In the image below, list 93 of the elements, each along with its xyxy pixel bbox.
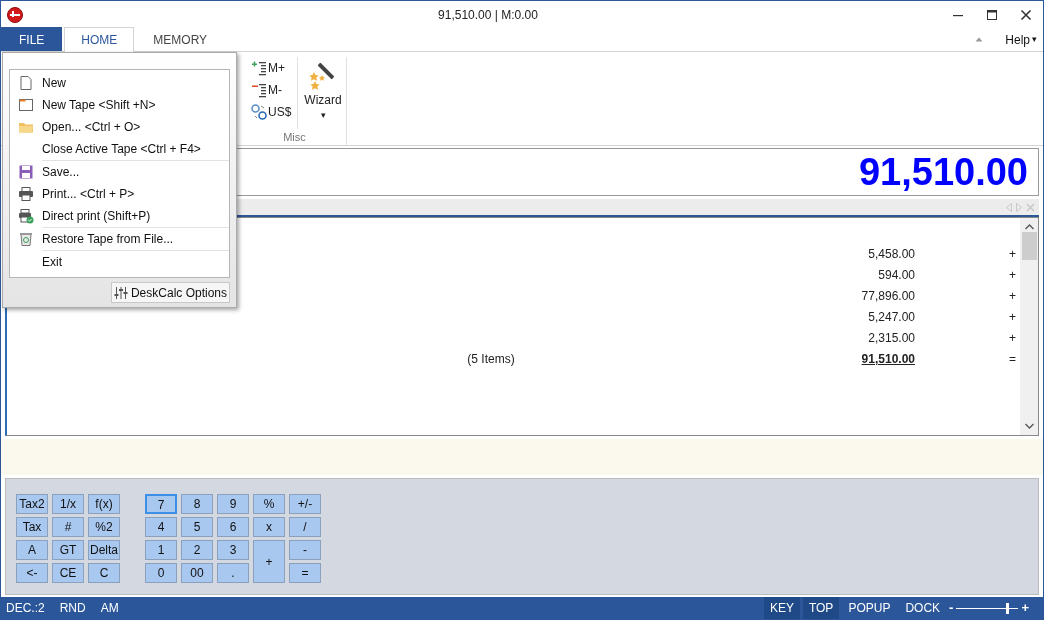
- keypad-key[interactable]: Tax2: [16, 494, 48, 514]
- status-text: RND: [58, 600, 87, 617]
- keypad-key[interactable]: .: [217, 563, 249, 583]
- keypad-key[interactable]: 8: [181, 494, 213, 514]
- menu-item[interactable]: Direct print (Shift+P): [10, 205, 229, 227]
- ribbon-button[interactable]: M+: [251, 57, 292, 79]
- tape-operator: +: [1008, 287, 1017, 305]
- slider-thumb[interactable]: [1006, 602, 1010, 614]
- status-toggle[interactable]: DOCK: [899, 597, 947, 619]
- keypad-key[interactable]: GT: [52, 540, 84, 560]
- group-label: Misc: [282, 130, 307, 145]
- keypad-key[interactable]: C: [88, 563, 120, 583]
- scroll-thumb[interactable]: [1021, 232, 1037, 260]
- tape-value: 594.00: [877, 266, 915, 284]
- tape-value: 2,315.00: [867, 329, 915, 347]
- status-toggle[interactable]: TOP: [802, 597, 840, 619]
- keypad-key[interactable]: 00: [181, 563, 213, 583]
- tape-value: 5,458.00: [867, 245, 915, 263]
- sliders-icon: [113, 285, 128, 300]
- keypad-key[interactable]: 2: [181, 540, 213, 560]
- display-value: 91,510.00: [858, 153, 1028, 191]
- document-icon: [18, 75, 34, 91]
- menu-item[interactable]: Open... <Ctrl + O>: [10, 116, 229, 138]
- file-tab[interactable]: FILE: [1, 27, 63, 51]
- tape-total: 91,510.00: [860, 350, 915, 368]
- keypad-key[interactable]: %: [253, 494, 285, 514]
- memory-add-icon: [251, 60, 267, 76]
- keypad-key[interactable]: <-: [16, 563, 48, 583]
- keypad-key[interactable]: 7: [145, 494, 177, 514]
- window-title: 91,510.00 | M:0.00: [437, 6, 539, 24]
- tape-value: 5,247.00: [867, 308, 915, 326]
- tape-operator: +: [1008, 308, 1017, 326]
- scrollbar[interactable]: [1020, 218, 1038, 435]
- maximize-icon[interactable]: [986, 8, 998, 21]
- tape-operator: =: [1008, 350, 1017, 368]
- close-icon[interactable]: [1020, 8, 1032, 21]
- keypad-key[interactable]: 6: [217, 517, 249, 537]
- keypad-key[interactable]: #: [52, 517, 84, 537]
- menu-item[interactable]: Restore Tape from File...: [10, 228, 229, 250]
- keypad-key[interactable]: 0: [145, 563, 177, 583]
- keypad-key[interactable]: =: [289, 563, 321, 583]
- printer-check-icon: [18, 208, 34, 224]
- keypad-key[interactable]: 3: [217, 540, 249, 560]
- options-button[interactable]: DeskCalc Options: [110, 282, 230, 303]
- keypad-key[interactable]: Tax: [16, 517, 48, 537]
- menu-item[interactable]: Exit: [10, 251, 229, 273]
- menu-item[interactable]: Print... <Ctrl + P>: [10, 183, 229, 205]
- keypad-key[interactable]: 5: [181, 517, 213, 537]
- status-toggle[interactable]: KEY: [763, 597, 800, 619]
- tape-value: 77,896.00: [860, 287, 915, 305]
- memory-subtract-icon: [251, 82, 267, 98]
- zoom-in-button[interactable]: +: [1021, 598, 1029, 618]
- ribbon-button[interactable]: US$: [251, 101, 292, 123]
- scroll-up-icon[interactable]: [1024, 224, 1034, 230]
- keypad-key[interactable]: /: [289, 517, 321, 537]
- keypad-key[interactable]: %2: [88, 517, 120, 537]
- keypad-key[interactable]: CE: [52, 563, 84, 583]
- collapse-ribbon-icon[interactable]: [975, 36, 984, 42]
- ribbon-tab[interactable]: HOME: [64, 27, 135, 52]
- tape-operator: +: [1008, 245, 1017, 263]
- menu-item[interactable]: New Tape <Shift +N>: [10, 94, 229, 116]
- zoom-out-button[interactable]: -: [949, 598, 954, 618]
- keypad-key[interactable]: -: [289, 540, 321, 560]
- tape-operator: +: [1008, 329, 1017, 347]
- keypad-key[interactable]: 1/x: [52, 494, 84, 514]
- status-text: DEC.:2: [5, 600, 46, 617]
- status-text: AM: [99, 600, 120, 617]
- menu-item[interactable]: New: [10, 72, 229, 94]
- menu-item[interactable]: Close Active Tape <Ctrl + F4>: [10, 138, 229, 160]
- keypad-key[interactable]: Delta: [88, 540, 120, 560]
- keypad-key[interactable]: A: [16, 540, 48, 560]
- keypad-key[interactable]: +: [253, 540, 285, 583]
- printer-icon: [18, 186, 34, 202]
- help-menu[interactable]: Help ▾: [1001, 27, 1041, 51]
- menu-item[interactable]: Save...: [10, 161, 229, 183]
- app-icon[interactable]: [7, 7, 23, 24]
- keypad-key[interactable]: 4: [145, 517, 177, 537]
- ribbon-button[interactable]: M-: [251, 79, 292, 101]
- keypad-key[interactable]: f(x): [88, 494, 120, 514]
- bin-icon: [18, 231, 34, 247]
- status-toggle[interactable]: POPUP: [842, 597, 897, 619]
- keypad-key[interactable]: 1: [145, 540, 177, 560]
- currency-icon: [251, 104, 267, 120]
- scroll-down-icon[interactable]: [1024, 423, 1034, 429]
- tape-label: (5 Items): [466, 350, 516, 368]
- keypad-key[interactable]: x: [253, 517, 285, 537]
- wizard-button[interactable]: Wizard ▾: [298, 57, 348, 129]
- keypad-key[interactable]: +/-: [289, 494, 321, 514]
- window-icon: [18, 97, 34, 113]
- tape-operator: +: [1008, 266, 1017, 284]
- keypad-key[interactable]: 9: [217, 494, 249, 514]
- save-icon: [18, 164, 34, 180]
- ribbon-tab[interactable]: MEMORY: [136, 27, 225, 51]
